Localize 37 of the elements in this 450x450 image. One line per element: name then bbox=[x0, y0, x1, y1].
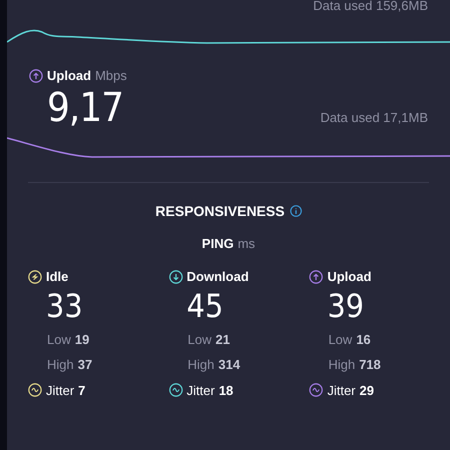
high-label: High bbox=[328, 356, 356, 374]
wave-icon bbox=[28, 383, 42, 398]
data-used-text: Data used 159,6MB bbox=[313, 0, 428, 12]
jitter-label: Jitter bbox=[46, 382, 74, 400]
low-label: Low bbox=[47, 330, 71, 348]
upload-speed-value: 9,17 bbox=[47, 86, 124, 130]
metric-label: Download bbox=[186, 268, 249, 286]
ping-value: 39 bbox=[326, 286, 365, 324]
metric-label: Upload bbox=[327, 268, 372, 286]
jitter-value: 29 bbox=[360, 382, 374, 400]
jitter-label: Jitter bbox=[327, 382, 356, 400]
jitter-label: Jitter bbox=[186, 382, 215, 400]
data-used-text: Data used 17,1MB bbox=[320, 109, 428, 127]
bolt-icon bbox=[28, 270, 42, 284]
low-value: 21 bbox=[216, 330, 230, 348]
ping-value: 33 bbox=[45, 286, 84, 324]
jitter-value: 7 bbox=[78, 382, 86, 400]
jitter-value: 18 bbox=[218, 382, 234, 400]
ping-value: 45 bbox=[186, 286, 224, 324]
section-title: RESPONSIVENESS bbox=[155, 202, 285, 220]
unit-label: ms bbox=[238, 234, 256, 252]
high-label: High bbox=[47, 356, 74, 374]
upload-label: Upload bbox=[47, 67, 92, 85]
high-label: High bbox=[188, 356, 214, 374]
info-icon[interactable] bbox=[290, 205, 302, 217]
low-label: Low bbox=[328, 330, 352, 348]
high-value: 37 bbox=[78, 356, 92, 374]
low-label: Low bbox=[188, 330, 212, 348]
wave-icon bbox=[168, 383, 183, 398]
high-value: 314 bbox=[218, 356, 240, 374]
unit-label: Mbps bbox=[95, 67, 127, 85]
high-value: 718 bbox=[359, 356, 381, 374]
wave-icon bbox=[309, 383, 324, 398]
low-value: 16 bbox=[356, 330, 371, 348]
low-value: 19 bbox=[74, 330, 90, 348]
metric-label: Idle bbox=[46, 268, 68, 286]
ping-label: PING bbox=[202, 234, 234, 252]
